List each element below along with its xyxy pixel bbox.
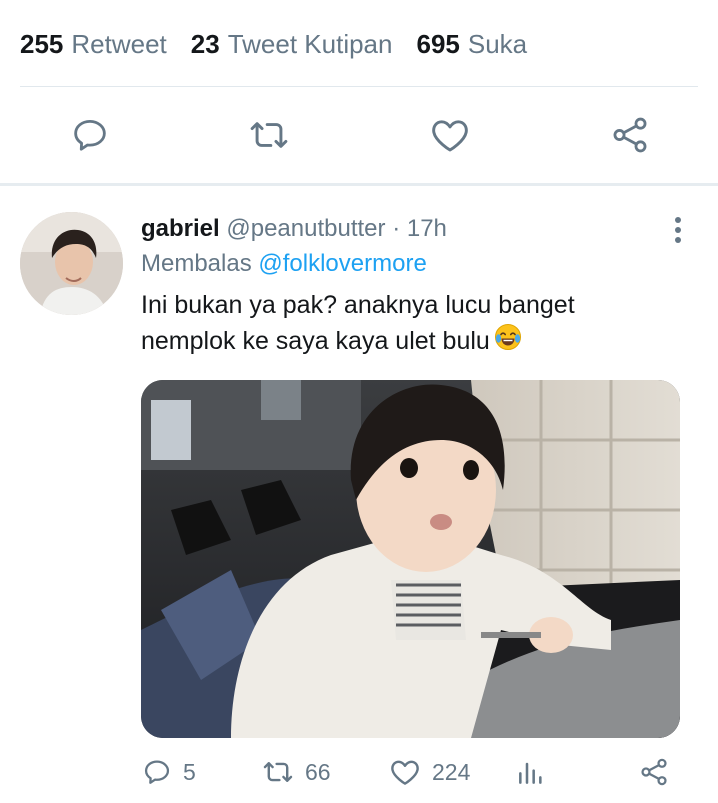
reply-action-bar: 5 66 224 bbox=[141, 752, 691, 792]
face-with-tears-of-joy-icon bbox=[494, 323, 522, 361]
like-icon bbox=[432, 120, 468, 152]
analytics-icon bbox=[519, 762, 542, 784]
reply-icon bbox=[74, 119, 106, 151]
quote-tweet-count: 23 bbox=[190, 28, 220, 59]
reply-button[interactable] bbox=[63, 108, 117, 162]
like-button[interactable] bbox=[423, 108, 477, 162]
reply-count: 5 bbox=[183, 758, 196, 785]
tweet-text-line: Ini bukan ya pak? anaknya lucu banget bbox=[141, 291, 575, 319]
child-photo bbox=[141, 380, 680, 738]
divider bbox=[20, 86, 698, 87]
share-icon bbox=[641, 758, 667, 786]
like-count: 224 bbox=[432, 758, 471, 785]
replying-to-mention[interactable]: @folklovermore bbox=[258, 250, 426, 277]
quote-tweet-stat[interactable]: 23 Tweet Kutipan bbox=[191, 29, 393, 60]
retweet-button[interactable] bbox=[242, 108, 296, 162]
retweet-icon bbox=[250, 122, 288, 148]
avatar[interactable] bbox=[20, 212, 123, 315]
tweet-text-line: nemplok ke saya kaya ulet bulu bbox=[141, 327, 490, 355]
like-stat[interactable]: 695 Suka bbox=[416, 29, 527, 60]
retweet-button[interactable]: 66 bbox=[261, 752, 331, 792]
like-label: Suka bbox=[467, 28, 528, 59]
tweet-text: Ini bukan ya pak? anaknya lucu banget ne… bbox=[141, 287, 661, 361]
tweet-action-bar bbox=[0, 108, 718, 162]
more-vertical-icon bbox=[675, 217, 681, 243]
header-separator: · bbox=[392, 215, 401, 242]
share-icon bbox=[613, 117, 647, 153]
tweet-photo[interactable] bbox=[141, 380, 680, 738]
replying-to: Membalas @folklovermore bbox=[141, 248, 427, 280]
like-icon bbox=[391, 760, 419, 785]
author-handle[interactable]: @peanutbutter bbox=[226, 215, 385, 242]
tweet-time[interactable]: 17h bbox=[407, 215, 447, 242]
replying-prefix: Membalas bbox=[141, 250, 252, 277]
retweet-label: Retweet bbox=[71, 28, 167, 59]
retweet-count: 66 bbox=[305, 758, 331, 785]
share-button[interactable] bbox=[638, 752, 670, 792]
tweet-header: gabriel @peanutbutter · 17h bbox=[141, 213, 447, 245]
author-name[interactable]: gabriel bbox=[141, 215, 220, 242]
quote-tweet-label: Tweet Kutipan bbox=[227, 28, 393, 59]
analytics-button[interactable] bbox=[515, 752, 547, 792]
reply-button[interactable]: 5 bbox=[141, 752, 196, 792]
retweet-count: 255 bbox=[20, 28, 64, 59]
section-separator bbox=[0, 183, 718, 186]
tweet-stats: 255 Retweet 23 Tweet Kutipan 695 Suka bbox=[20, 26, 551, 62]
more-options-button[interactable] bbox=[664, 214, 692, 246]
reply-icon bbox=[144, 760, 170, 784]
share-button[interactable] bbox=[603, 108, 657, 162]
like-count: 695 bbox=[416, 28, 460, 59]
retweet-icon bbox=[263, 762, 293, 782]
tweet-text-line-2: nemplok ke saya kaya ulet bulu bbox=[141, 323, 661, 361]
retweet-stat[interactable]: 255 Retweet bbox=[20, 29, 167, 60]
avatar-photo bbox=[20, 212, 123, 315]
like-button[interactable]: 224 bbox=[388, 752, 470, 792]
